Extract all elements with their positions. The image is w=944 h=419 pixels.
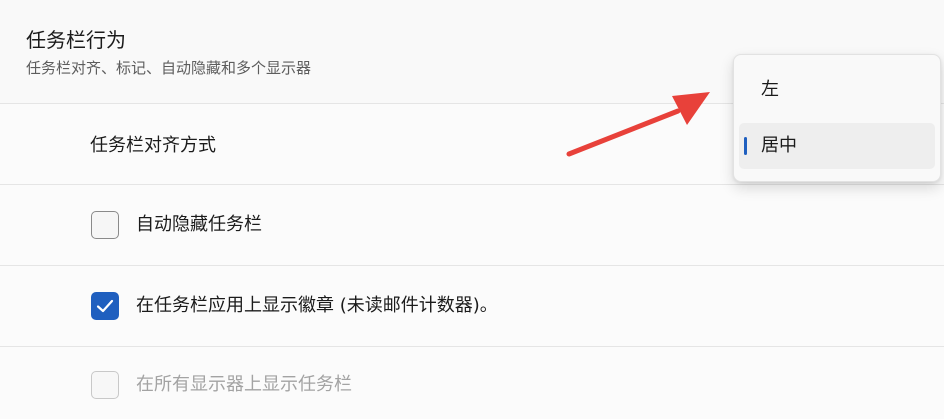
section-title: 任务栏行为 [26, 28, 126, 52]
all-displays-checkbox [91, 371, 119, 399]
section-subtitle: 任务栏对齐、标记、自动隐藏和多个显示器 [26, 59, 312, 77]
auto-hide-label: 自动隐藏任务栏 [136, 214, 262, 235]
auto-hide-checkbox[interactable] [91, 211, 119, 239]
show-badges-row[interactable]: 在任务栏应用上显示徽章 (未读邮件计数器)。 [0, 266, 944, 347]
dropdown-option-center[interactable]: 居中 [739, 123, 935, 169]
show-badges-label: 在任务栏应用上显示徽章 (未读邮件计数器)。 [136, 295, 498, 316]
dropdown-option-label: 居中 [761, 135, 797, 156]
dropdown-option-left[interactable]: 左 [739, 67, 935, 113]
show-badges-checkbox[interactable] [91, 292, 119, 320]
annotation-arrow-icon [566, 92, 710, 157]
taskbar-alignment-label: 任务栏对齐方式 [90, 135, 216, 156]
taskbar-alignment-dropdown[interactable]: 左 居中 [733, 54, 941, 182]
checkmark-icon [96, 299, 114, 313]
all-displays-label: 在所有显示器上显示任务栏 [136, 374, 352, 395]
dropdown-option-label: 左 [761, 79, 779, 100]
selected-indicator [744, 137, 747, 155]
auto-hide-row[interactable]: 自动隐藏任务栏 [0, 185, 944, 266]
all-displays-row: 在所有显示器上显示任务栏 [0, 347, 944, 419]
